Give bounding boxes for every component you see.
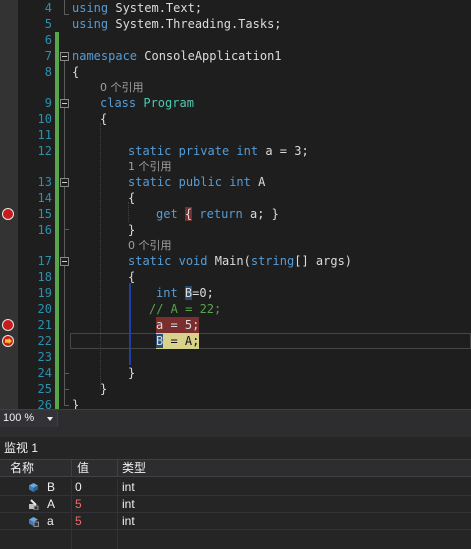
- watch-type: int: [122, 497, 135, 511]
- breakpoint-icon[interactable]: [2, 208, 14, 220]
- code-line[interactable]: {: [72, 64, 79, 80]
- line-number: 8: [44, 65, 52, 79]
- watch-window-title: 监视 1: [4, 441, 39, 455]
- watch-value-empty: [72, 530, 118, 549]
- collapse-method-icon[interactable]: [60, 257, 69, 266]
- code-line[interactable]: static private int a = 3;: [128, 143, 309, 159]
- column-header-name[interactable]: 名称: [0, 460, 72, 476]
- indent-guide: [100, 123, 101, 389]
- outline-guide: [64, 14, 69, 15]
- breakpoint-icon[interactable]: [2, 319, 14, 331]
- watch-type: int: [122, 480, 135, 494]
- code-line[interactable]: }: [128, 222, 135, 238]
- column-header-value[interactable]: 值: [72, 460, 118, 476]
- code-line[interactable]: namespace ConsoleApplication1: [72, 48, 282, 64]
- line-number: 13: [37, 175, 52, 189]
- line-number: 22: [37, 334, 52, 348]
- line-number: 23: [37, 350, 52, 364]
- outline-guide: [64, 405, 69, 406]
- watch-value[interactable]: 0: [72, 479, 118, 495]
- panel-splitter[interactable]: [0, 427, 471, 437]
- line-number: 4: [44, 1, 52, 15]
- watch-value[interactable]: 5: [72, 513, 118, 529]
- code-line[interactable]: }: [100, 381, 107, 397]
- code-line[interactable]: {: [128, 269, 135, 285]
- outline-guide: [64, 389, 69, 390]
- watch-type: int: [122, 514, 135, 528]
- line-number: 17: [37, 254, 52, 268]
- line-number: 14: [37, 191, 52, 205]
- line-number: 9: [44, 96, 52, 110]
- breakpoint-code-line[interactable]: a = 5;: [156, 317, 200, 333]
- code-line[interactable]: // A = 22;: [149, 301, 221, 317]
- codelens-reference-count[interactable]: 0 个引用: [128, 238, 172, 254]
- code-line[interactable]: using System.Threading.Tasks;: [72, 16, 282, 32]
- line-number: 7: [44, 49, 52, 63]
- watch-name[interactable]: A: [0, 496, 72, 512]
- line-number: 20: [37, 302, 52, 316]
- code-editor[interactable]: 4 5 6 7 8 9 10 11 12 13 14 15 16 17 18 1…: [0, 0, 471, 409]
- scope-highlight: [129, 283, 131, 365]
- code-line[interactable]: }: [72, 397, 79, 409]
- line-number: 10: [37, 112, 52, 126]
- watch-name[interactable]: B: [0, 479, 72, 495]
- code-line[interactable]: static void Main(string[] args): [128, 253, 352, 269]
- collapse-namespace-icon[interactable]: [60, 52, 69, 61]
- line-number: 5: [44, 17, 52, 31]
- collapse-property-icon[interactable]: [60, 178, 69, 187]
- line-number: 6: [44, 33, 52, 47]
- code-line[interactable]: {: [100, 111, 107, 127]
- line-number: 21: [37, 318, 52, 332]
- line-number: 18: [37, 270, 52, 284]
- chevron-down-icon: [47, 417, 53, 421]
- line-number: 11: [37, 128, 52, 142]
- line-number: 24: [37, 366, 52, 380]
- editor-status-bar: 100 %: [0, 409, 471, 427]
- line-number: 26: [37, 398, 52, 409]
- code-line[interactable]: }: [128, 365, 135, 381]
- watch-value[interactable]: 5: [72, 496, 118, 512]
- line-number: 16: [37, 223, 52, 237]
- breakpoint-margin[interactable]: [0, 0, 18, 409]
- line-number: 19: [37, 286, 52, 300]
- code-line[interactable]: get { return a; }: [156, 206, 279, 222]
- watch-empty-row[interactable]: [0, 530, 471, 549]
- current-line-highlight: [70, 333, 471, 349]
- current-statement-line[interactable]: B = A;: [156, 333, 200, 349]
- zoom-level-value: 100 %: [3, 412, 35, 424]
- outline-guide: [64, 229, 69, 230]
- column-header-type[interactable]: 类型: [118, 460, 471, 476]
- line-number: 15: [37, 207, 52, 221]
- watch-row[interactable]: B 0 int: [0, 479, 471, 496]
- line-number: 25: [37, 382, 52, 396]
- outline-guide: [64, 0, 65, 14]
- watch-name[interactable]: a: [0, 513, 72, 529]
- codelens-reference-count[interactable]: 0 个引用: [100, 80, 144, 96]
- code-line[interactable]: {: [128, 190, 135, 206]
- watch-name-empty[interactable]: [0, 530, 72, 549]
- code-line[interactable]: int B=0;: [156, 285, 214, 301]
- code-line[interactable]: class Program: [100, 95, 194, 111]
- code-line[interactable]: using System.Text;: [72, 0, 202, 16]
- watch-window: 监视 1 名称 值 类型 B 0 int A 5 int a 5 int: [0, 427, 471, 549]
- codelens-reference-count[interactable]: 1 个引用: [128, 159, 172, 175]
- line-number: 12: [37, 144, 52, 158]
- code-line[interactable]: static public int A: [128, 174, 265, 190]
- collapse-class-icon[interactable]: [60, 99, 69, 108]
- watch-row[interactable]: A 5 int: [0, 496, 471, 513]
- current-statement-breakpoint-icon[interactable]: [2, 335, 14, 347]
- watch-row[interactable]: a 5 int: [0, 513, 471, 530]
- change-tracking-bar: [55, 32, 59, 409]
- watch-header-row: 名称 值 类型: [0, 459, 471, 477]
- outline-guide: [64, 61, 65, 406]
- outline-guide: [64, 373, 69, 374]
- zoom-level-dropdown[interactable]: 100 %: [0, 410, 58, 427]
